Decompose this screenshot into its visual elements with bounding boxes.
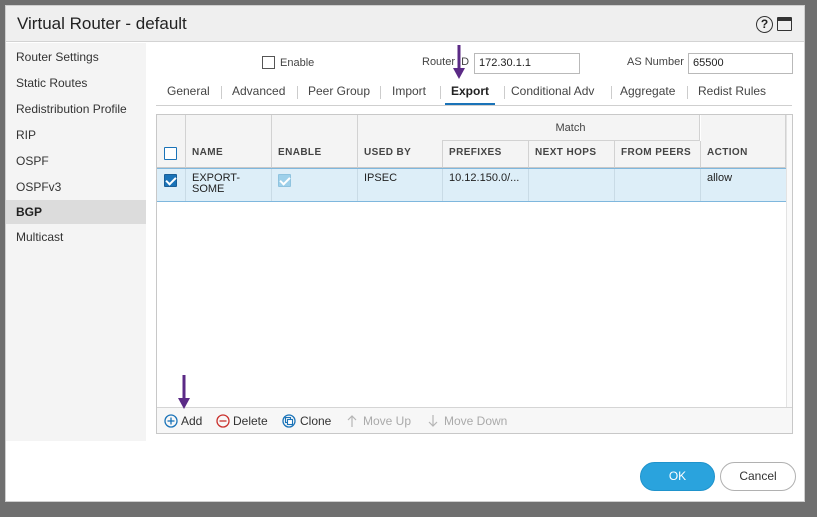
cell-next-hops bbox=[529, 169, 615, 201]
cancel-button[interactable]: Cancel bbox=[720, 462, 796, 491]
tab-conditional-adv[interactable]: Conditional Adv bbox=[511, 83, 594, 105]
tab-aggregate[interactable]: Aggregate bbox=[620, 83, 675, 105]
tab-advanced[interactable]: Advanced bbox=[232, 83, 285, 105]
add-icon bbox=[164, 414, 178, 433]
cell-name-line2: SOME bbox=[192, 183, 225, 195]
export-rules-grid: NAME ENABLE USED BY Match PREFIXES NEXT … bbox=[156, 114, 793, 434]
arrow-up-icon bbox=[346, 414, 358, 433]
annotation-arrow-down-icon bbox=[453, 45, 465, 79]
cell-action: allow bbox=[707, 172, 733, 184]
tab-separator bbox=[611, 86, 612, 99]
help-icon[interactable]: ? bbox=[756, 16, 773, 33]
sidebar-item-multicast[interactable]: Multicast bbox=[6, 225, 146, 249]
tab-separator bbox=[221, 86, 222, 99]
sidebar: Router Settings Static Routes Redistribu… bbox=[6, 43, 146, 441]
column-header-next-hops[interactable]: NEXT HOPS bbox=[529, 141, 615, 168]
move-down-button[interactable]: Move Down bbox=[444, 414, 507, 428]
enable-checkbox[interactable] bbox=[262, 56, 275, 69]
sidebar-item-rip[interactable]: RIP bbox=[6, 123, 146, 147]
as-number-input[interactable]: 65500 bbox=[688, 53, 793, 74]
tab-import[interactable]: Import bbox=[392, 83, 426, 105]
column-header-name[interactable]: NAME bbox=[186, 115, 272, 168]
row-select-checkbox[interactable] bbox=[164, 174, 177, 187]
table-row[interactable]: EXPORT- SOME IPSEC 10.12.150.0/... allow bbox=[157, 168, 786, 202]
sidebar-item-bgp[interactable]: BGP bbox=[6, 200, 146, 224]
router-id-input[interactable]: 172.30.1.1 bbox=[474, 53, 580, 74]
ok-button[interactable]: OK bbox=[640, 462, 715, 491]
cell-name: EXPORT- SOME bbox=[186, 169, 272, 201]
sidebar-item-router-settings[interactable]: Router Settings bbox=[6, 45, 146, 69]
tab-separator bbox=[440, 86, 441, 99]
sidebar-item-ospf[interactable]: OSPF bbox=[6, 149, 146, 173]
column-header-prefixes[interactable]: PREFIXES bbox=[443, 141, 529, 168]
grid-toolbar: Add Delete Clone Move Up Move Down bbox=[157, 407, 792, 433]
tab-separator bbox=[504, 86, 505, 99]
sidebar-item-ospfv3[interactable]: OSPFv3 bbox=[6, 175, 146, 199]
row-select-cell bbox=[157, 169, 186, 201]
select-all-header bbox=[157, 115, 186, 168]
annotation-arrow-down-icon bbox=[178, 375, 190, 409]
column-group-match: Match bbox=[442, 115, 700, 141]
delete-button[interactable]: Delete bbox=[233, 414, 268, 428]
tab-separator bbox=[380, 86, 381, 99]
arrow-down-icon bbox=[427, 414, 439, 433]
add-button[interactable]: Add bbox=[181, 414, 202, 428]
tab-redist-rules[interactable]: Redist Rules bbox=[698, 83, 766, 105]
grid-scrollbar[interactable] bbox=[786, 115, 792, 407]
cell-prefixes: 10.12.150.0/... bbox=[443, 169, 529, 201]
sidebar-item-redistribution-profile[interactable]: Redistribution Profile bbox=[6, 97, 146, 121]
clone-button[interactable]: Clone bbox=[300, 414, 331, 428]
enable-label: Enable bbox=[280, 57, 315, 69]
cell-enable bbox=[272, 169, 358, 201]
tab-export[interactable]: Export bbox=[445, 83, 496, 105]
as-number-label: AS Number bbox=[627, 56, 684, 68]
move-up-button[interactable]: Move Up bbox=[363, 414, 411, 428]
tab-separator bbox=[687, 86, 688, 99]
maximize-icon[interactable] bbox=[777, 17, 792, 31]
delete-icon bbox=[216, 414, 230, 433]
column-header-action[interactable]: ACTION bbox=[701, 115, 786, 168]
bgp-tabs: General Advanced Peer Group Import Expor… bbox=[156, 83, 792, 106]
enable-checkbox-readonly bbox=[278, 174, 291, 187]
clone-icon bbox=[282, 414, 296, 433]
dialog-title: Virtual Router - default bbox=[17, 14, 187, 33]
select-all-checkbox[interactable] bbox=[164, 147, 177, 160]
column-header-used-by[interactable]: USED BY bbox=[358, 115, 443, 168]
virtual-router-dialog: Virtual Router - default ? Router Settin… bbox=[5, 5, 805, 502]
cell-from-peers bbox=[615, 169, 701, 201]
tab-peer-group[interactable]: Peer Group bbox=[308, 83, 370, 105]
column-header-from-peers[interactable]: FROM PEERS bbox=[615, 141, 701, 168]
cell-used-by: IPSEC bbox=[358, 169, 443, 201]
dialog-titlebar: Virtual Router - default ? bbox=[6, 6, 804, 42]
tab-general[interactable]: General bbox=[167, 83, 210, 105]
tab-separator bbox=[297, 86, 298, 99]
column-header-enable[interactable]: ENABLE bbox=[272, 115, 358, 168]
sidebar-item-static-routes[interactable]: Static Routes bbox=[6, 71, 146, 95]
